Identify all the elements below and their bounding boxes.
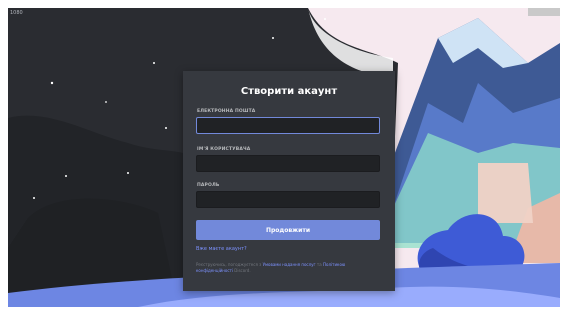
star <box>165 127 167 129</box>
star <box>33 197 35 199</box>
star <box>65 175 67 177</box>
star <box>127 172 129 174</box>
star <box>50 81 54 85</box>
window-top-label: 1080 <box>10 10 23 16</box>
terms-prefix: Реєструючись, погоджуєтеся з <box>196 262 262 267</box>
registration-card: Створити акаунт ЕЛЕКТРОННА ПОШТА ІМ'Я КО… <box>183 71 395 291</box>
terms-text: Реєструючись, погоджуєтеся з Умовами над… <box>196 262 382 274</box>
username-input[interactable] <box>196 155 380 172</box>
terms-mid: та <box>316 262 322 267</box>
login-link[interactable]: Вже маєте акаунт? <box>196 246 247 252</box>
window-top-right-tab <box>528 8 560 16</box>
username-label: ІМ'Я КОРИСТУВАЧА <box>197 147 251 152</box>
terms-suffix: Discord. <box>234 268 251 273</box>
cliff-left <box>478 163 533 223</box>
star <box>324 18 326 20</box>
star <box>153 62 155 64</box>
continue-button[interactable]: Продовжити <box>196 220 380 240</box>
card-title: Створити акаунт <box>240 86 338 97</box>
terms-link[interactable]: Умовами надання послуг <box>263 262 316 267</box>
star <box>272 37 274 39</box>
password-input[interactable] <box>196 191 380 208</box>
email-label: ЕЛЕКТРОННА ПОШТА <box>197 109 256 114</box>
screenshot-frame: 1080 Створити акаунт ЕЛЕКТРОННА ПОШТА ІМ… <box>8 8 560 307</box>
password-label: ПАРОЛЬ <box>197 183 220 188</box>
email-input[interactable] <box>196 117 380 134</box>
star <box>105 101 107 103</box>
